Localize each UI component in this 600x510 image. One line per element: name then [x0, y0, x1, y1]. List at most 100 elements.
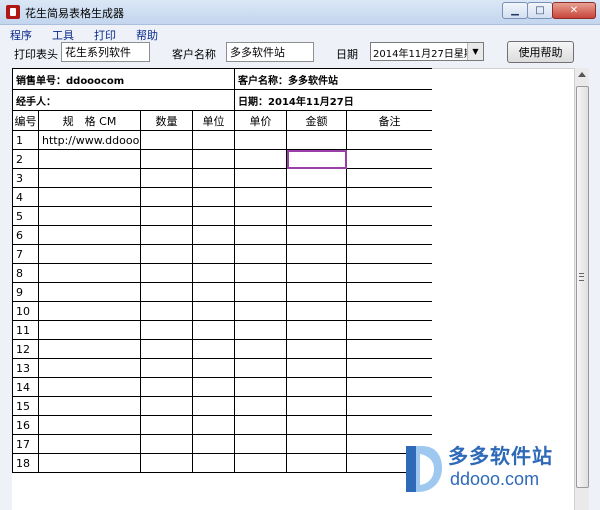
table-cell[interactable]	[140, 263, 193, 283]
table-cell[interactable]	[140, 168, 193, 188]
table-cell[interactable]	[346, 263, 432, 283]
table-cell[interactable]	[234, 453, 288, 473]
row-number-cell[interactable]: 17	[12, 434, 39, 454]
table-cell[interactable]	[286, 320, 348, 340]
table-cell[interactable]	[286, 339, 348, 359]
row-number-cell[interactable]: 7	[12, 244, 39, 264]
table-cell[interactable]	[234, 244, 288, 264]
spec-cell[interactable]	[38, 377, 141, 397]
spec-cell[interactable]	[38, 168, 141, 188]
row-number-cell[interactable]: 18	[12, 453, 39, 473]
table-cell[interactable]	[346, 415, 432, 435]
menu-print[interactable]: 打印	[84, 25, 126, 42]
row-number-cell[interactable]: 13	[12, 358, 39, 378]
maximize-button[interactable]: □	[527, 2, 553, 19]
row-number-cell[interactable]: 16	[12, 415, 39, 435]
spec-cell[interactable]	[38, 263, 141, 283]
table-cell[interactable]	[234, 415, 288, 435]
table-cell[interactable]	[286, 130, 348, 150]
table-cell[interactable]	[286, 415, 348, 435]
menu-help[interactable]: 帮助	[126, 25, 168, 42]
table-cell[interactable]	[346, 320, 432, 340]
table-cell[interactable]	[286, 206, 348, 226]
table-cell[interactable]	[346, 187, 432, 207]
print-header-input[interactable]	[61, 42, 150, 62]
row-number-cell[interactable]: 1	[12, 130, 39, 150]
table-cell[interactable]	[234, 301, 288, 321]
spec-cell[interactable]	[38, 320, 141, 340]
table-cell[interactable]	[346, 206, 432, 226]
table-cell[interactable]	[140, 206, 193, 226]
spec-cell[interactable]	[38, 415, 141, 435]
row-number-cell[interactable]: 10	[12, 301, 39, 321]
table-cell[interactable]	[234, 168, 288, 188]
date-picker[interactable]: 2014年11月27日星期四 ▼	[370, 42, 484, 61]
spec-cell[interactable]	[38, 206, 141, 226]
table-cell[interactable]	[191, 206, 236, 226]
spec-cell[interactable]	[38, 301, 141, 321]
table-cell[interactable]	[234, 358, 288, 378]
table-cell[interactable]	[234, 339, 288, 359]
table-cell[interactable]	[191, 453, 236, 473]
table-cell[interactable]	[346, 168, 432, 188]
spec-cell[interactable]	[38, 358, 141, 378]
table-cell[interactable]	[286, 244, 348, 264]
spec-cell[interactable]	[38, 149, 141, 169]
table-cell[interactable]	[191, 187, 236, 207]
app-icon[interactable]	[6, 5, 20, 19]
row-number-cell[interactable]: 14	[12, 377, 39, 397]
spec-cell[interactable]	[38, 225, 141, 245]
spec-cell[interactable]: http://www.ddooo.com	[38, 130, 141, 150]
table-cell[interactable]	[191, 358, 236, 378]
spec-cell[interactable]	[38, 244, 141, 264]
table-cell[interactable]	[140, 415, 193, 435]
table-cell[interactable]	[346, 377, 432, 397]
spec-cell[interactable]	[38, 396, 141, 416]
table-cell[interactable]	[286, 358, 348, 378]
menu-tools[interactable]: 工具	[42, 25, 84, 42]
title-bar[interactable]: 花生简易表格生成器 ▁ □ ✕	[0, 0, 600, 25]
table-cell[interactable]	[140, 358, 193, 378]
table-cell[interactable]	[346, 358, 432, 378]
table-cell[interactable]	[191, 434, 236, 454]
table-cell[interactable]	[346, 396, 432, 416]
selected-cell[interactable]	[286, 149, 348, 169]
table-cell[interactable]	[191, 149, 236, 169]
table-cell[interactable]	[191, 244, 236, 264]
spec-cell[interactable]	[38, 282, 141, 302]
spec-cell[interactable]	[38, 434, 141, 454]
table-cell[interactable]	[191, 301, 236, 321]
customer-input[interactable]	[226, 42, 314, 62]
table-cell[interactable]	[234, 396, 288, 416]
row-number-cell[interactable]: 8	[12, 263, 39, 283]
table-cell[interactable]	[191, 415, 236, 435]
table-cell[interactable]	[191, 320, 236, 340]
help-button[interactable]: 使用帮助	[507, 41, 574, 63]
table-cell[interactable]	[140, 453, 193, 473]
table-cell[interactable]	[140, 301, 193, 321]
table-cell[interactable]	[234, 263, 288, 283]
row-number-cell[interactable]: 15	[12, 396, 39, 416]
table-cell[interactable]	[234, 377, 288, 397]
spec-cell[interactable]	[38, 453, 141, 473]
table-cell[interactable]	[234, 187, 288, 207]
table-cell[interactable]	[234, 434, 288, 454]
table-cell[interactable]	[140, 396, 193, 416]
spec-cell[interactable]	[38, 339, 141, 359]
row-number-cell[interactable]: 12	[12, 339, 39, 359]
row-number-cell[interactable]: 6	[12, 225, 39, 245]
scroll-up-icon[interactable]	[578, 72, 586, 77]
table-cell[interactable]	[346, 130, 432, 150]
row-number-cell[interactable]: 11	[12, 320, 39, 340]
table-cell[interactable]	[140, 282, 193, 302]
table-cell[interactable]	[286, 263, 348, 283]
table-cell[interactable]	[191, 130, 236, 150]
scrollbar-thumb[interactable]	[576, 86, 589, 488]
table-cell[interactable]	[346, 225, 432, 245]
table-cell[interactable]	[191, 263, 236, 283]
table-cell[interactable]	[286, 301, 348, 321]
row-number-cell[interactable]: 9	[12, 282, 39, 302]
table-cell[interactable]	[234, 149, 288, 169]
table-cell[interactable]	[346, 244, 432, 264]
table-cell[interactable]	[191, 377, 236, 397]
